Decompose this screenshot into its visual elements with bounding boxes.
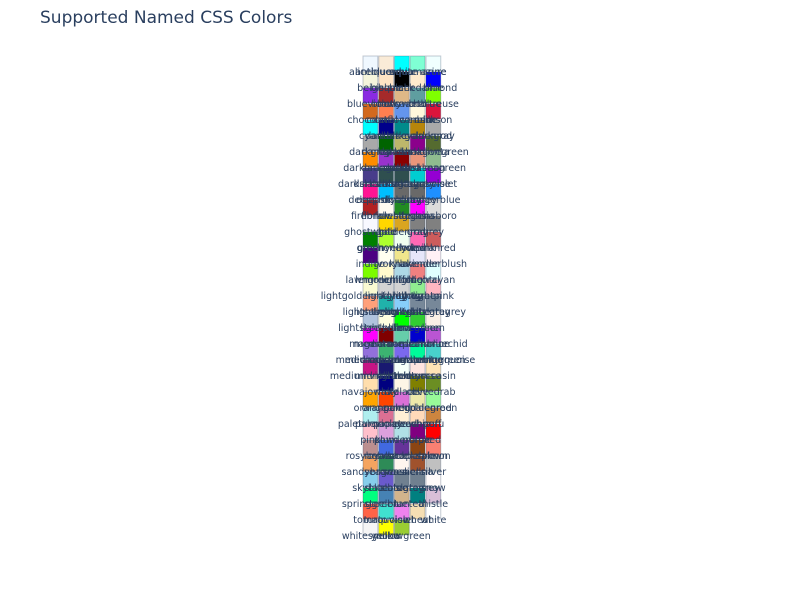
color-name-label: grey — [423, 227, 445, 238]
color-name-label: lightpink — [413, 291, 455, 302]
color-name-label: mediumorchid — [399, 339, 467, 350]
color-name-label: darkseagreen — [401, 163, 466, 174]
color-name-label: tan — [394, 499, 410, 510]
color-name-label: crimson — [414, 115, 452, 126]
color-name-label: linen — [422, 323, 445, 334]
color-name-label: lavenderblush — [400, 259, 467, 270]
color-name-label: dodgerblue — [406, 195, 460, 206]
color-swatch-chart: aliceblueantiquewhiteaquaaquamarineazure… — [321, 55, 475, 542]
color-name-label: snow — [421, 483, 446, 494]
color-name-label: red — [426, 435, 442, 446]
color-name-label: mediumturquoise — [391, 355, 475, 366]
color-name-label: peru — [422, 419, 444, 430]
color-name-label: lightslategrey — [401, 307, 467, 318]
color-name-label: darkviolet — [410, 179, 458, 190]
color-name-label: gainsboro — [410, 211, 457, 222]
color-name-label: palegreen — [409, 403, 457, 414]
color-name-label: silver — [421, 467, 447, 478]
color-name-label: yellowgreen — [373, 531, 431, 542]
color-name-label: moccasin — [411, 371, 456, 382]
color-name-label: azure — [420, 67, 447, 78]
color-name-label: chartreuse — [408, 99, 459, 110]
color-name-label: salmon — [416, 451, 451, 462]
color-name-label: white — [420, 515, 446, 526]
color-name-label: darkgray — [412, 131, 455, 142]
color-name-label: olivedrab — [411, 387, 455, 398]
color-name-label: blue — [423, 83, 444, 94]
color-name-label: indianred — [411, 243, 456, 254]
color-name-label: blanchedalmond — [378, 83, 457, 94]
color-name-label: thistle — [419, 499, 449, 510]
color-name-label: lightcyan — [412, 275, 456, 286]
color-name-label: darkolivegreen — [398, 147, 469, 158]
